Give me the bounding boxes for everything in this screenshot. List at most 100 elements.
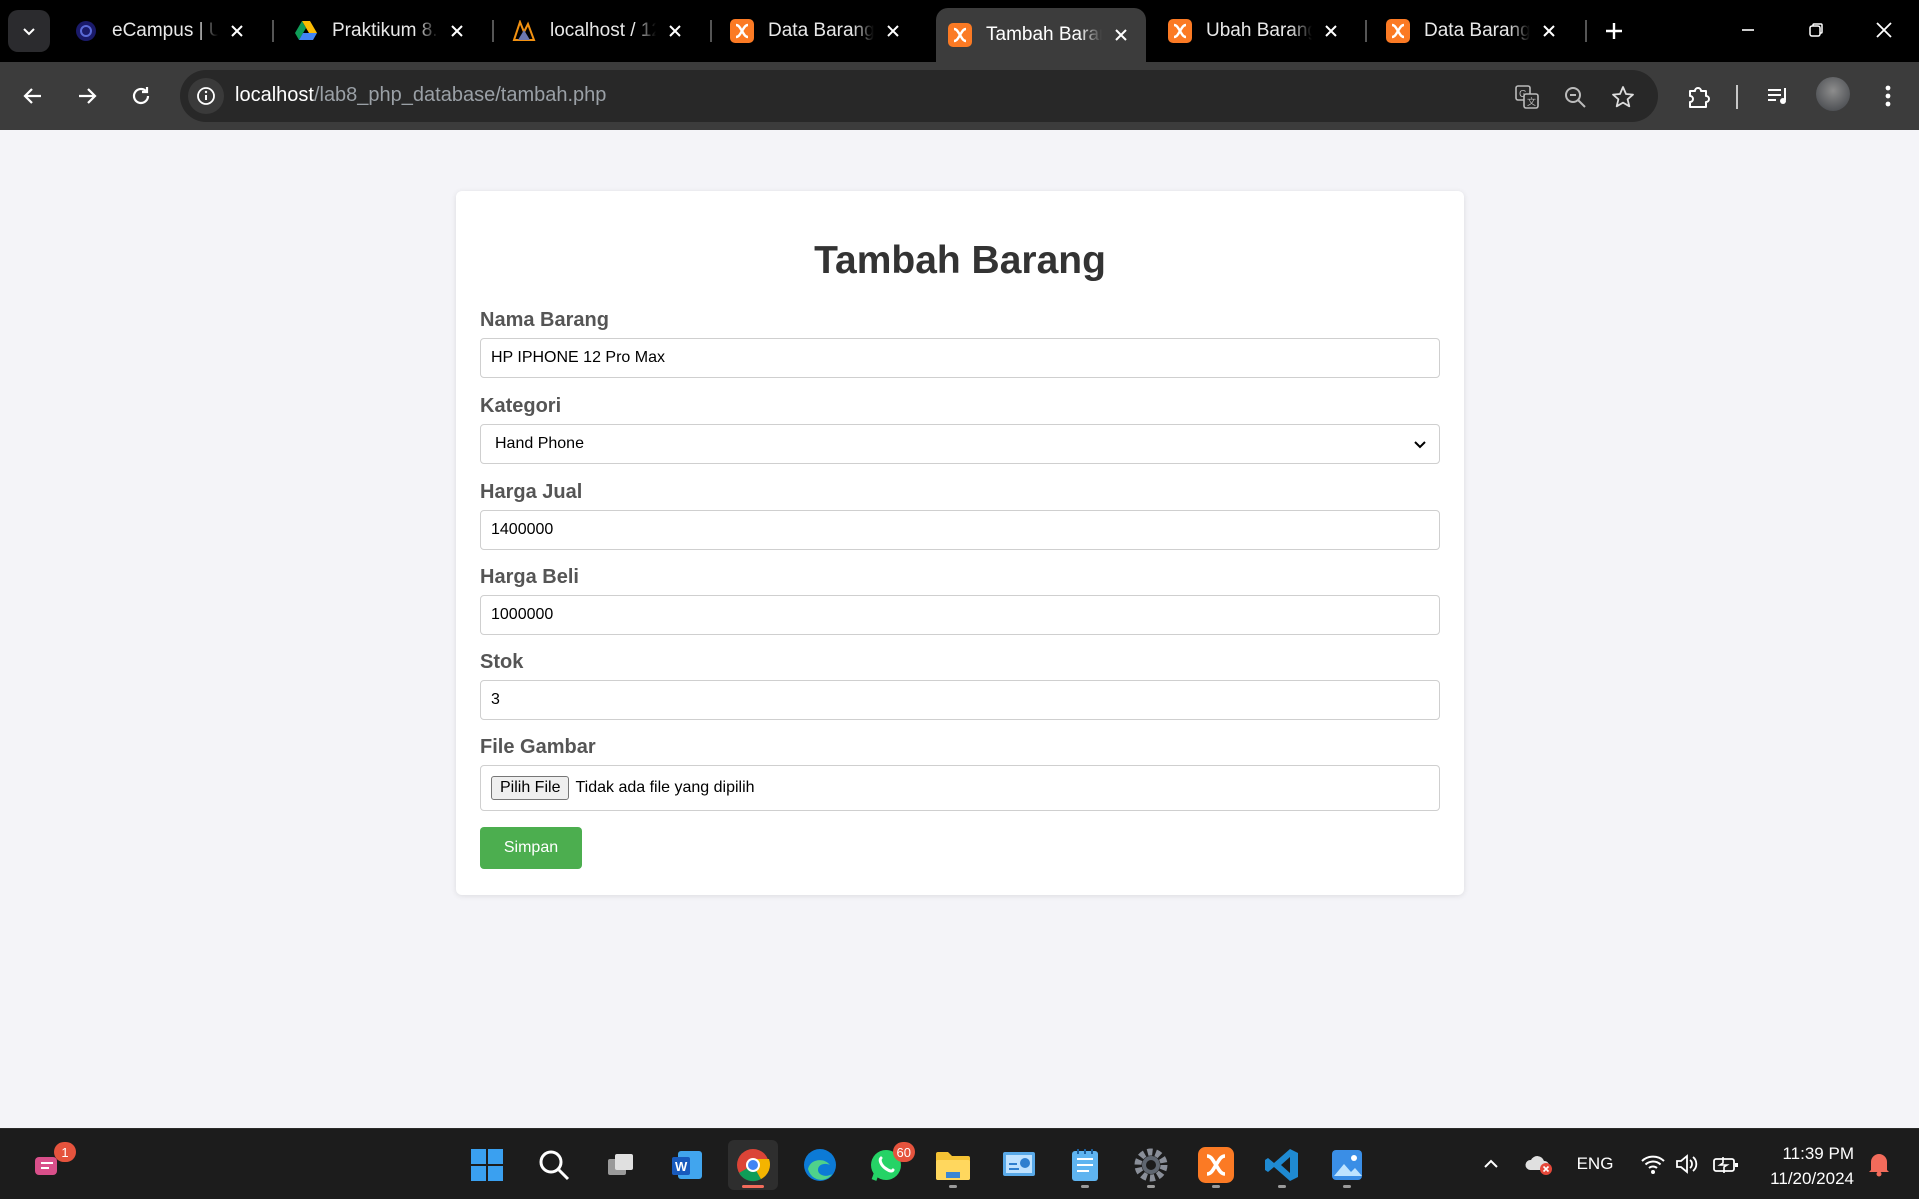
tab-tambah-barang[interactable]: Tambah Barang [936, 8, 1146, 62]
control-panel-button[interactable] [994, 1140, 1044, 1190]
tab-phpmyadmin[interactable]: localhost / 12 [500, 8, 700, 54]
zoom-button[interactable] [1560, 82, 1590, 112]
close-icon[interactable] [1538, 20, 1560, 42]
search-icon [539, 1150, 570, 1181]
chevron-down-icon [1414, 441, 1426, 449]
battery-tray-icon[interactable] [1710, 1147, 1742, 1181]
tab-separator [1365, 20, 1367, 42]
back-button[interactable] [13, 76, 53, 116]
notification-app-button[interactable]: 1 [22, 1140, 76, 1190]
phpmyadmin-icon [512, 19, 536, 43]
site-info-button[interactable] [188, 78, 224, 114]
chrome-app-button[interactable] [728, 1140, 778, 1190]
forward-button[interactable] [67, 76, 107, 116]
profile-avatar[interactable] [1816, 77, 1850, 111]
edge-icon [804, 1149, 836, 1181]
language-indicator[interactable]: ENG [1574, 1147, 1616, 1181]
extensions-button[interactable] [1681, 78, 1717, 114]
close-icon[interactable] [446, 20, 468, 42]
system-clock[interactable]: 11:39 PM 11/20/2024 [1758, 1141, 1854, 1191]
battery-icon [1713, 1157, 1738, 1173]
restore-button[interactable] [1794, 10, 1838, 50]
star-icon [1612, 86, 1634, 108]
gear-icon [1134, 1148, 1168, 1182]
nama-input[interactable]: HP IPHONE 12 Pro Max [480, 338, 1440, 378]
start-button[interactable] [462, 1140, 512, 1190]
whatsapp-app-button[interactable]: 60 [861, 1140, 915, 1190]
chevron-down-icon [23, 28, 35, 36]
file-explorer-button[interactable] [928, 1140, 978, 1190]
close-icon[interactable] [1110, 24, 1132, 46]
svg-text:W: W [675, 1159, 688, 1174]
tab-data-barang-2[interactable]: Data Barang [1374, 8, 1574, 54]
task-view-button[interactable] [596, 1140, 646, 1190]
harga-beli-input[interactable]: 1000000 [480, 595, 1440, 635]
nama-label: Nama Barang [480, 309, 609, 331]
harga-beli-label: Harga Beli [480, 566, 579, 588]
volume-tray-icon[interactable] [1672, 1147, 1702, 1181]
wifi-tray-icon[interactable] [1638, 1147, 1668, 1181]
show-hidden-icons-button[interactable] [1476, 1147, 1506, 1181]
notepad-button[interactable] [1060, 1140, 1110, 1190]
browser-toolbar: localhost/lab8_php_database/tambah.php G… [0, 62, 1919, 130]
running-indicator [1278, 1185, 1286, 1188]
google-drive-icon [294, 19, 318, 43]
close-icon[interactable] [664, 20, 686, 42]
menu-button[interactable] [1870, 78, 1906, 114]
settings-button[interactable] [1126, 1140, 1176, 1190]
close-icon[interactable] [226, 20, 248, 42]
photos-app-button[interactable] [1322, 1140, 1372, 1190]
notifications-tray-icon[interactable] [1864, 1147, 1894, 1181]
word-app-button[interactable]: W [662, 1140, 712, 1190]
restore-icon [1809, 23, 1823, 37]
close-icon[interactable] [882, 20, 904, 42]
minimize-button[interactable] [1726, 10, 1770, 50]
xampp-icon [1386, 19, 1410, 43]
vscode-app-button[interactable] [1257, 1140, 1307, 1190]
edge-app-button[interactable] [795, 1140, 845, 1190]
kategori-label: Kategori [480, 395, 562, 417]
wifi-icon [1641, 1155, 1665, 1174]
harga-jual-input[interactable]: 1400000 [480, 510, 1440, 550]
search-button[interactable] [529, 1140, 579, 1190]
xampp-icon [1168, 19, 1192, 43]
translate-icon: G文 [1515, 85, 1539, 109]
whatsapp-badge: 60 [892, 1142, 915, 1162]
address-bar[interactable]: localhost/lab8_php_database/tambah.php G… [180, 70, 1658, 122]
media-control-button[interactable] [1760, 78, 1796, 114]
tab-praktikum[interactable]: Praktikum 8.p [282, 8, 482, 54]
file-gambar-label: File Gambar [480, 736, 596, 758]
tab-separator [1585, 20, 1587, 42]
running-indicator [1212, 1185, 1220, 1188]
reload-icon [132, 87, 150, 105]
close-icon[interactable] [1320, 20, 1342, 42]
tab-data-barang[interactable]: Data Barang [718, 8, 918, 54]
form-card: Tambah Barang Nama Barang HP IPHONE 12 P… [456, 191, 1464, 895]
stok-input[interactable]: 3 [480, 680, 1440, 720]
new-tab-button[interactable] [1597, 14, 1631, 48]
tab-ubah-barang[interactable]: Ubah Barang [1156, 8, 1356, 54]
page-title: Tambah Barang [814, 239, 1106, 282]
tab-search-button[interactable] [8, 10, 50, 52]
save-button[interactable]: Simpan [480, 827, 582, 869]
minimize-icon [1742, 29, 1754, 31]
onedrive-tray-icon[interactable] [1522, 1147, 1556, 1181]
reload-button[interactable] [121, 76, 161, 116]
chevron-up-icon [1484, 1159, 1498, 1168]
translate-button[interactable]: G文 [1512, 82, 1542, 112]
xampp-app-button[interactable] [1191, 1140, 1241, 1190]
windows-logo-icon [471, 1149, 503, 1181]
task-view-icon [608, 1154, 633, 1175]
running-indicator [1147, 1185, 1155, 1188]
notepad-icon [1072, 1149, 1098, 1181]
running-indicator [1081, 1185, 1089, 1188]
tab-ecampus[interactable]: eCampus | UN [62, 8, 262, 54]
svg-text:文: 文 [1527, 96, 1536, 107]
kategori-select[interactable]: Hand Phone [480, 424, 1440, 464]
bookmark-button[interactable] [1608, 82, 1638, 112]
url-text: localhost/lab8_php_database/tambah.php [235, 84, 607, 106]
running-indicator [1343, 1185, 1351, 1188]
close-window-button[interactable] [1862, 10, 1906, 50]
zoom-out-icon [1565, 87, 1586, 108]
choose-file-button[interactable]: Pilih File [491, 776, 570, 800]
